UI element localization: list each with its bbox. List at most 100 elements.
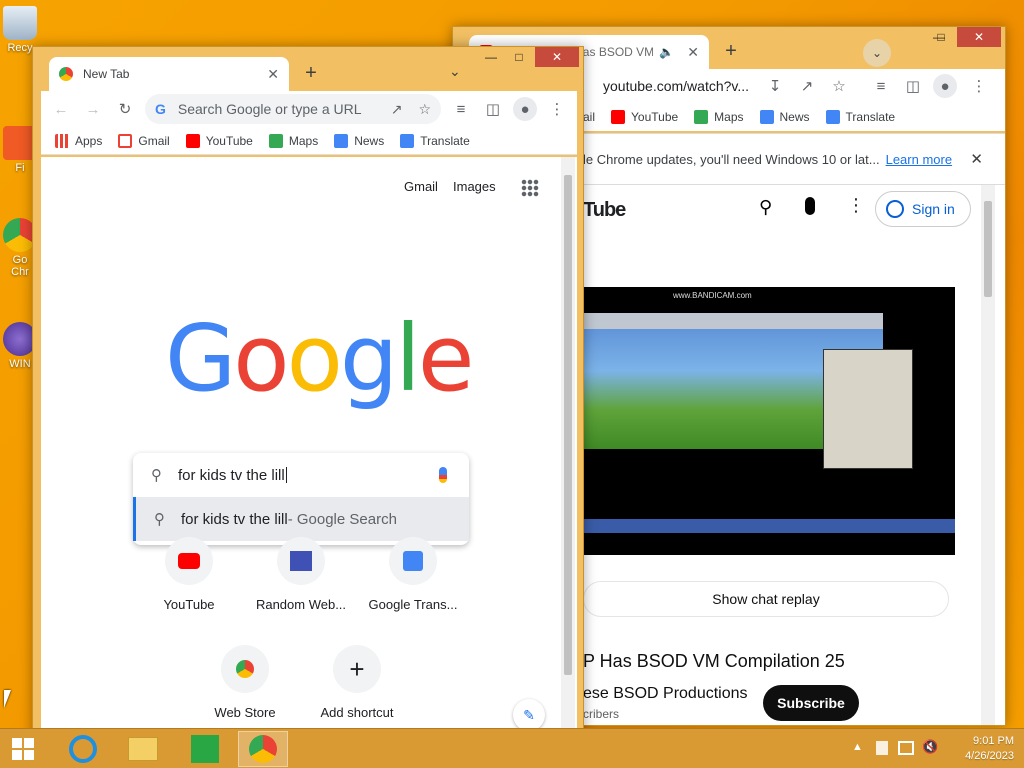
file-explorer-icon[interactable] bbox=[118, 731, 168, 767]
minimize-button[interactable]: — bbox=[477, 47, 505, 67]
forward-arrow-icon[interactable]: → bbox=[81, 97, 105, 121]
bookmark-maps[interactable]: Maps bbox=[268, 133, 318, 148]
ntp-scroll-thumb[interactable] bbox=[564, 175, 572, 675]
bookmark-star-icon[interactable]: ☆ bbox=[418, 101, 431, 118]
logo-letter: o bbox=[286, 305, 343, 412]
google-g-icon: G bbox=[155, 101, 166, 117]
bookmark-youtube[interactable]: YouTube bbox=[185, 133, 253, 148]
clock-time: 9:01 PM bbox=[973, 735, 1014, 747]
youtube-logo[interactable]: Tube bbox=[583, 199, 626, 222]
menu-icon[interactable]: ⋮ bbox=[545, 97, 569, 121]
store-icon[interactable] bbox=[180, 731, 230, 767]
tab-new-tab[interactable]: New Tab ✕ bbox=[49, 57, 289, 91]
logo-letter: G bbox=[165, 305, 236, 412]
maximize-button[interactable]: □ bbox=[505, 47, 533, 67]
side-panel-icon[interactable]: ◫ bbox=[481, 97, 505, 121]
youtube-scroll-thumb[interactable] bbox=[984, 201, 992, 297]
reading-list-icon[interactable]: ≡ bbox=[449, 97, 473, 121]
address-placeholder: Search Google or type a URL bbox=[177, 101, 362, 117]
close-window-button[interactable]: ✕ bbox=[535, 47, 579, 67]
profile-icon[interactable]: ● bbox=[933, 74, 957, 98]
close-window-button[interactable]: ✕ bbox=[957, 27, 1001, 47]
action-center-flag-icon[interactable] bbox=[876, 741, 888, 755]
ntp-scrollbar[interactable] bbox=[561, 157, 575, 743]
install-icon[interactable]: ↧ bbox=[763, 74, 787, 98]
bookmark-translate[interactable]: Translate bbox=[400, 133, 470, 148]
tab-search-chevron-icon[interactable]: ⌄ bbox=[449, 63, 461, 80]
shortcut-web-store[interactable]: Web Store bbox=[189, 645, 301, 720]
search-icon[interactable]: ⚲ bbox=[759, 197, 772, 218]
network-icon[interactable] bbox=[898, 741, 914, 755]
channel-name[interactable]: ese BSOD Productions bbox=[583, 685, 748, 703]
tab-close-icon[interactable]: ✕ bbox=[267, 66, 279, 83]
translate-icon bbox=[825, 110, 840, 124]
google-logo: Google bbox=[165, 313, 474, 405]
bookmarks-bar: ail YouTube Maps News Translate bbox=[583, 103, 1005, 131]
side-panel-icon[interactable]: ◫ bbox=[901, 74, 925, 98]
bookmark-maps[interactable]: Maps bbox=[694, 110, 744, 124]
bookmark-gmail[interactable]: Gmail bbox=[118, 133, 170, 148]
video-player[interactable]: www.BANDICAM.com bbox=[583, 287, 955, 555]
share-icon[interactable]: ↗ bbox=[795, 74, 819, 98]
start-button[interactable] bbox=[0, 731, 46, 767]
new-tab-button[interactable]: + bbox=[297, 59, 325, 87]
bookmark-gmail[interactable]: ail bbox=[583, 110, 595, 124]
maximize-button-right[interactable]: □ bbox=[927, 27, 955, 47]
info-bar-close-icon[interactable]: ✕ bbox=[970, 150, 983, 168]
chrome-taskbar-icon[interactable] bbox=[238, 731, 288, 767]
video-frame-taskbar bbox=[583, 519, 955, 533]
more-options-icon[interactable]: ⋮ bbox=[847, 195, 865, 216]
bookmark-news[interactable]: News bbox=[759, 110, 810, 124]
show-chat-replay-button[interactable]: Show chat replay bbox=[583, 581, 949, 617]
bookmark-label: Maps bbox=[714, 110, 744, 124]
search-input[interactable]: ⚲ for kids tv the lill bbox=[133, 453, 469, 497]
internet-explorer-icon[interactable] bbox=[58, 731, 108, 767]
learn-more-link[interactable]: Learn more bbox=[886, 152, 952, 167]
news-icon bbox=[759, 110, 774, 124]
toolbar: ← → ↻ G Search Google or type a URL ↗ ☆ … bbox=[41, 91, 577, 127]
bookmark-youtube[interactable]: YouTube bbox=[611, 110, 678, 124]
bookmark-news[interactable]: News bbox=[334, 133, 384, 148]
volume-muted-icon[interactable]: 🔇 bbox=[922, 739, 938, 755]
shortcut-random-web[interactable]: Random Web... bbox=[245, 537, 357, 612]
logo-letter: e bbox=[417, 305, 475, 412]
shortcut-google-translate[interactable]: Google Trans... bbox=[357, 537, 469, 612]
google-apps-icon[interactable] bbox=[521, 179, 539, 197]
bookmark-star-icon[interactable]: ☆ bbox=[827, 74, 851, 98]
video-frame-window bbox=[583, 313, 883, 329]
subscribe-button[interactable]: Subscribe bbox=[763, 685, 859, 721]
shortcut-youtube[interactable]: YouTube bbox=[133, 537, 245, 612]
bookmark-translate[interactable]: Translate bbox=[825, 110, 895, 124]
address-bar[interactable]: G Search Google or type a URL ↗ ☆ bbox=[145, 94, 441, 124]
shortcut-label: YouTube bbox=[163, 597, 215, 612]
bookmark-label: News bbox=[779, 110, 810, 124]
address-bar[interactable]: youtube.com/watch?v... bbox=[583, 71, 783, 101]
images-link[interactable]: Images bbox=[453, 179, 496, 194]
subscriber-count: cribers bbox=[583, 707, 620, 721]
new-tab-page: Gmail Images Google ⚲ for kids tv the li… bbox=[41, 157, 577, 743]
profile-icon[interactable]: ● bbox=[513, 97, 537, 121]
bookmark-label: YouTube bbox=[631, 110, 679, 124]
clock[interactable]: 9:01 PM 4/26/2023 bbox=[965, 734, 1014, 764]
youtube-scrollbar[interactable] bbox=[981, 185, 995, 725]
reload-icon[interactable]: ↻ bbox=[113, 97, 137, 121]
voice-search-icon[interactable] bbox=[439, 467, 447, 483]
new-tab-button[interactable]: + bbox=[717, 37, 745, 65]
back-arrow-icon[interactable]: ← bbox=[49, 97, 73, 121]
microphone-icon[interactable] bbox=[805, 197, 815, 215]
bookmark-apps[interactable]: Apps bbox=[55, 133, 102, 148]
gmail-link[interactable]: Gmail bbox=[404, 179, 438, 194]
translate-icon bbox=[400, 133, 415, 148]
search-suggestion-item[interactable]: ⚲ for kids tv the lill - Google Search bbox=[133, 497, 469, 541]
taskbar: ▲ 🔇 9:01 PM 4/26/2023 bbox=[0, 728, 1024, 768]
menu-icon[interactable]: ⋮ bbox=[967, 74, 991, 98]
sign-in-button[interactable]: Sign in bbox=[875, 191, 971, 227]
share-icon[interactable]: ↗ bbox=[391, 101, 403, 118]
tab-close-icon[interactable]: ✕ bbox=[687, 44, 699, 61]
show-hidden-icons[interactable]: ▲ bbox=[852, 741, 863, 753]
customize-pencil-icon[interactable]: ✎ bbox=[513, 699, 545, 731]
tab-search-button[interactable]: ⌄ bbox=[863, 39, 891, 67]
shortcut-add[interactable]: + Add shortcut bbox=[301, 645, 413, 720]
reading-list-icon[interactable]: ≡ bbox=[869, 74, 893, 98]
tab-mute-icon[interactable]: 🔈 bbox=[659, 45, 674, 59]
